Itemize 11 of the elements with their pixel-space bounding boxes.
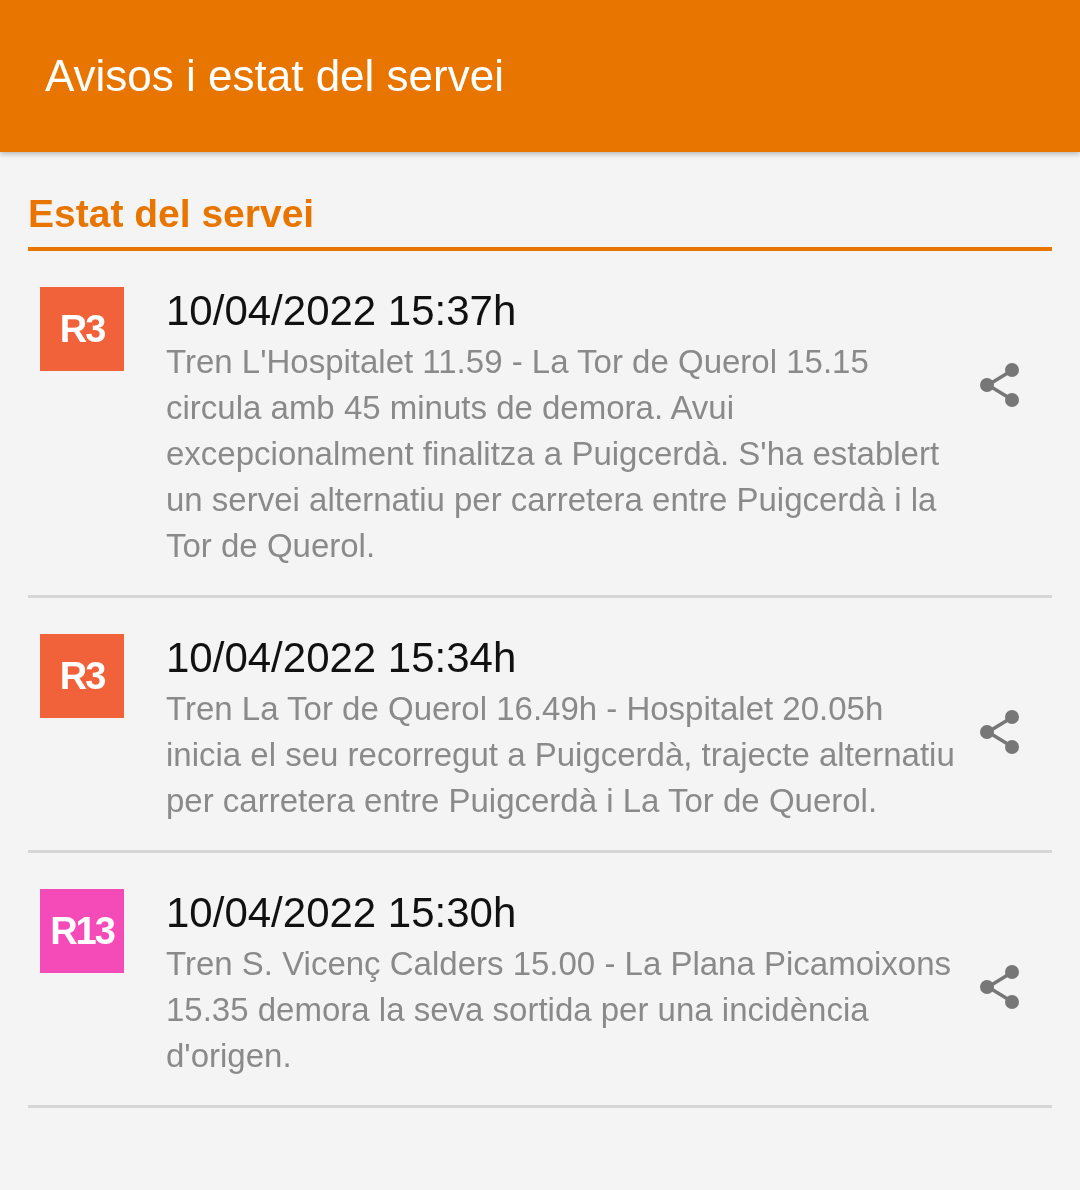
notice-text: Tren L'Hospitalet 11.59 - La Tor de Querol 15.15 circula amb 45 minuts de demora. Avui excepcionalment finalitza a Puigcerdà. S'ha establert un servei alternatiu per carretera entre Puigcerdà i la Tor de Querol. [166,342,941,566]
notice-datetime: 10/04/2022 15:37h [166,286,518,336]
notice-datetime: 10/04/2022 15:30h [166,888,518,938]
line-badge: R3 [40,634,124,718]
app-bar-title: Avisos i estat del servei [45,51,504,101]
notice-text: Tren La Tor de Querol 16.49h - Hospitalet 20.05h inicia el seu recorregut a Puigcerdà, trajecte alternatiu per carretera entre Puigcerdà i La Tor de Querol. [166,689,956,821]
notice-text: Tren S. Vicenç Calders 15.00 - La Plana Picamoixons 15.35 demora la seva sortida per una incidència d'origen. [166,944,953,1076]
line-badge: R3 [40,287,124,371]
notice-datetime: 10/04/2022 15:34h [166,633,518,683]
section-heading: Estat del servei [28,191,316,236]
line-badge: R13 [40,889,124,973]
